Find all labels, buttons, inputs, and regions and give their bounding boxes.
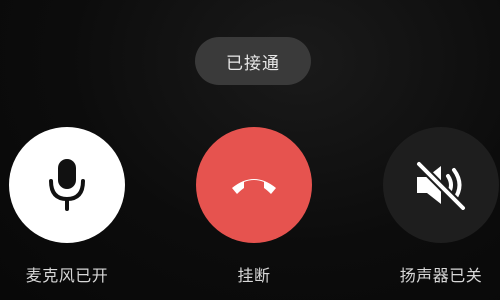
speaker-label: 扬声器已关 xyxy=(399,266,483,285)
hangup-label: 挂断 xyxy=(237,266,271,285)
microphone-button[interactable] xyxy=(9,127,125,243)
speaker-muted-icon xyxy=(411,160,471,210)
call-status-text: 已接通 xyxy=(226,53,280,74)
microphone-label: 麦克风已开 xyxy=(25,266,109,285)
phone-hangup-icon xyxy=(229,172,279,198)
call-screen: 已接通 麦克风已开 挂断 扬声器已关 xyxy=(0,0,500,300)
hangup-button[interactable] xyxy=(196,127,312,243)
microphone-icon xyxy=(47,157,87,213)
speaker-button[interactable] xyxy=(383,127,499,243)
call-status-badge: 已接通 xyxy=(195,37,311,85)
